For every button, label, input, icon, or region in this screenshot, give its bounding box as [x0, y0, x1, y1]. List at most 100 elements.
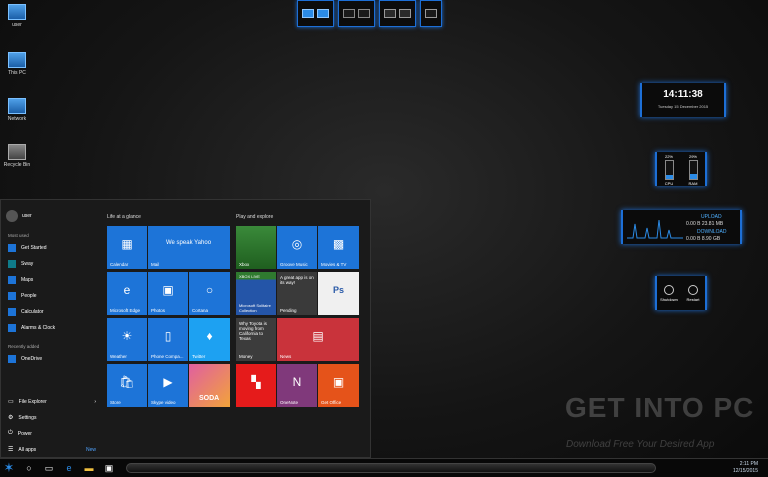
twitter-icon: ♦ — [206, 329, 213, 344]
app-label: Alarms & Clock — [21, 325, 56, 331]
watermark-title: GET INTO PC — [565, 392, 755, 423]
tile-get-office[interactable]: ▣ Get Office — [318, 364, 359, 407]
app-label: Settings — [18, 414, 37, 421]
power-widget: Shutdown Restart — [655, 276, 707, 310]
tile-label: Skype video — [151, 400, 176, 405]
printer-icon[interactable] — [358, 9, 370, 18]
tile-groove[interactable]: ◎ Groove Music — [277, 226, 317, 269]
restart-button[interactable]: Restart — [683, 284, 703, 302]
ram-label: RAM — [688, 181, 698, 186]
settings-item[interactable]: ⚙ Settings — [8, 414, 37, 422]
tile-calendar[interactable]: ▦ Calendar — [107, 226, 147, 269]
tools-icon[interactable] — [343, 9, 355, 18]
app-label: People — [21, 293, 37, 299]
tile-weather[interactable]: ☀ Weather — [107, 318, 147, 361]
tile-label: News — [280, 354, 292, 359]
tile-label: Get Office — [321, 400, 342, 405]
music-icon: ◎ — [291, 237, 303, 252]
tile-cortana[interactable]: ○ Cortana — [189, 272, 230, 315]
tile-money[interactable]: Why Toyota is moving from California to … — [236, 318, 276, 361]
tile-skype[interactable]: ▶ Skype video — [148, 364, 188, 407]
app-people[interactable]: People — [8, 292, 37, 300]
tile-pending[interactable]: A great app is on its way! Pending — [277, 272, 317, 315]
calculator-icon — [8, 308, 16, 316]
video-icon: ▶ — [163, 375, 173, 390]
list-icon: ☰ — [8, 447, 14, 453]
all-apps-item[interactable]: ☰ All apps New — [8, 446, 96, 454]
user-name: user — [22, 213, 32, 219]
start-button[interactable]: ✶ — [2, 460, 16, 475]
start-menu-left-pane: user Most used Get Started Sway Maps Peo… — [1, 200, 99, 459]
tile-onenote[interactable]: N OneNote — [277, 364, 317, 407]
network-icon — [8, 98, 26, 114]
desktop-icon-network[interactable]: Network — [2, 98, 32, 122]
dock-segment — [297, 0, 334, 27]
tile-twitter[interactable]: ♦ Twitter — [189, 318, 230, 361]
tile-label: Movies & TV — [321, 262, 347, 267]
flipboard-icon: ▚ — [251, 375, 261, 390]
taskbar-clock[interactable]: 2:11 PM 12/15/2015 — [733, 461, 758, 475]
desktop-icon-this-pc[interactable]: This PC — [2, 52, 32, 76]
desktop-icon-recycle-bin[interactable]: Recycle Bin — [2, 144, 32, 168]
task-view-icon[interactable]: ▭ — [42, 462, 56, 474]
file-explorer-taskbar-icon[interactable]: ▬ — [82, 462, 96, 474]
tile-label: Phone Compa... — [151, 354, 184, 359]
tile-store[interactable]: 🛍 Store — [107, 364, 147, 407]
tile-label: Photos — [151, 308, 166, 313]
app-maps[interactable]: Maps — [8, 276, 33, 284]
office-icon: ▣ — [332, 375, 345, 390]
download-value: 0.00 B 8.90 GB — [686, 236, 721, 242]
tile-label: Store — [110, 400, 121, 405]
maps-icon — [8, 276, 16, 284]
shutdown-button[interactable]: Shutdown — [659, 284, 679, 302]
alarms-icon — [8, 324, 16, 332]
tile-photoshop-express[interactable]: Ps — [318, 272, 359, 315]
app-onedrive[interactable]: OneDrive — [8, 355, 42, 363]
tile-edge[interactable]: e Microsoft Edge — [107, 272, 147, 315]
tile-solitaire[interactable]: XBOX LIVE Microsoft Solitaire Collection — [236, 272, 276, 315]
ps-icon: Ps — [332, 285, 345, 296]
power-icon — [664, 284, 674, 295]
app-calculator[interactable]: Calculator — [8, 308, 44, 316]
store-taskbar-icon[interactable]: ▣ — [102, 462, 116, 474]
app-label: Calculator — [21, 309, 44, 315]
taskbar-date: 12/15/2015 — [732, 468, 758, 474]
hdd-icon[interactable] — [425, 9, 437, 18]
search-icon[interactable]: ○ — [22, 462, 36, 474]
tile-label: Microsoft Edge — [110, 308, 141, 313]
cpu-label: CPU — [664, 181, 674, 186]
file-explorer-item[interactable]: ▭ File Explorer › — [8, 398, 96, 406]
media-icon[interactable] — [384, 9, 396, 18]
desktop-icon-user[interactable]: user — [2, 4, 32, 28]
gear-icon: ⚙ — [8, 415, 14, 421]
network-graph — [627, 219, 683, 239]
tile-label: Mail — [151, 262, 160, 267]
tile-xbox[interactable]: Xbox — [236, 226, 276, 269]
app-get-started[interactable]: Get Started — [8, 244, 47, 252]
start-user[interactable]: user — [6, 210, 32, 222]
tile-news[interactable]: ▤ News — [277, 318, 359, 361]
sun-icon: ☀ — [121, 329, 133, 344]
app-sway[interactable]: Sway — [8, 260, 33, 268]
top-dock — [297, 0, 442, 27]
drive-icon[interactable] — [399, 9, 411, 18]
chevron-right-icon: › — [94, 398, 96, 405]
tile-photos[interactable]: ▣ Photos — [148, 272, 188, 315]
monitor-icon[interactable] — [302, 9, 314, 18]
people-icon — [8, 292, 16, 300]
tile-flipboard[interactable]: ▚ — [236, 364, 276, 407]
dock-segment — [379, 0, 416, 27]
tile-label: Microsoft Solitaire Collection — [239, 303, 271, 313]
app-alarms[interactable]: Alarms & Clock — [8, 324, 55, 332]
display-icon[interactable] — [317, 9, 329, 18]
app-label: OneDrive — [21, 356, 43, 362]
get-started-icon — [8, 244, 16, 252]
tile-movies[interactable]: ▩ Movies & TV — [318, 226, 359, 269]
power-item[interactable]: ⏻ Power — [8, 430, 32, 437]
restart-label: Restart — [686, 296, 700, 302]
tile-mail[interactable]: We speak Yahoo Mail — [148, 226, 230, 269]
edge-taskbar-icon[interactable]: e — [62, 462, 76, 474]
tile-candy-crush[interactable]: SODA — [189, 364, 230, 407]
computer-icon — [8, 52, 26, 68]
tile-phone-companion[interactable]: ▯ Phone Compa... — [148, 318, 188, 361]
